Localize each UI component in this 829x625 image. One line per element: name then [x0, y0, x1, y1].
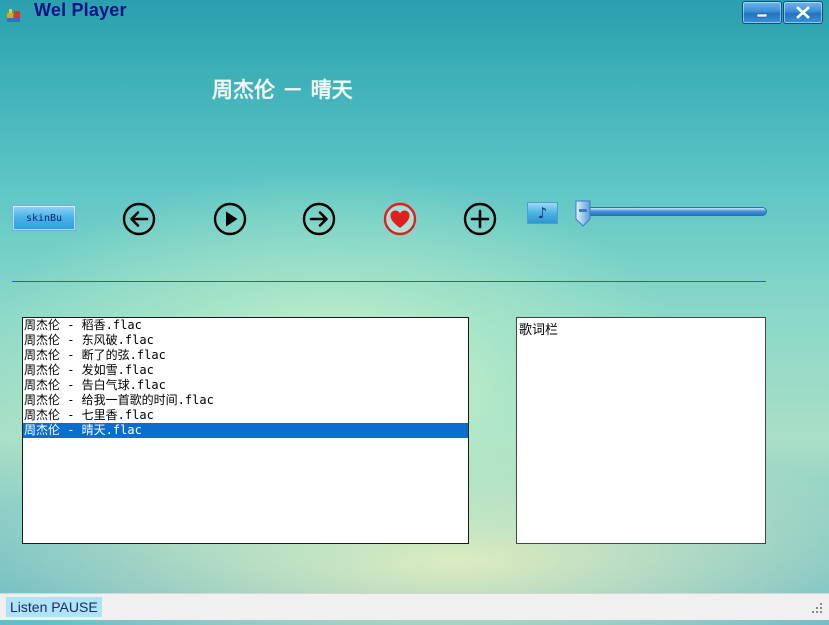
- window-title: Wel Player: [34, 0, 127, 20]
- close-button[interactable]: [783, 1, 823, 24]
- minimize-button[interactable]: [742, 1, 782, 24]
- arrow-right-circle-icon: [302, 202, 336, 236]
- add-button[interactable]: [463, 202, 497, 236]
- app-icon: [7, 9, 20, 22]
- playlist-item[interactable]: 周杰伦 - 稻香.flac: [23, 318, 468, 333]
- player-window: Wel Player 周杰伦 － 晴天 skinBu ♪ 周杰伦 - 稻香.fl…: [0, 0, 829, 625]
- lyrics-box: 歌词栏: [516, 317, 766, 544]
- favorite-button[interactable]: [383, 202, 417, 236]
- next-button[interactable]: [302, 202, 336, 236]
- lyrics-label: 歌词栏: [519, 323, 559, 338]
- heart-icon: [383, 202, 417, 236]
- minimize-icon: [756, 13, 768, 18]
- music-button[interactable]: ♪: [527, 202, 558, 224]
- divider-line: [12, 281, 766, 282]
- previous-button[interactable]: [122, 202, 156, 236]
- music-note-icon: ♪: [537, 204, 548, 222]
- now-playing-title: 周杰伦 － 晴天: [212, 78, 353, 102]
- resize-grip-icon[interactable]: [811, 602, 823, 614]
- status-label: Listen PAUSE: [6, 597, 102, 617]
- playlist-item[interactable]: 周杰伦 - 断了的弦.flac: [23, 348, 468, 363]
- plus-circle-icon: [463, 202, 497, 236]
- playlist-item[interactable]: 周杰伦 - 告白气球.flac: [23, 378, 468, 393]
- play-circle-icon: [213, 202, 247, 236]
- arrow-left-circle-icon: [122, 202, 156, 236]
- close-icon: [796, 6, 810, 19]
- title-bar[interactable]: Wel Player: [0, 0, 829, 26]
- playlist-item[interactable]: 周杰伦 - 发如雪.flac: [23, 363, 468, 378]
- skin-button[interactable]: skinBu: [12, 205, 76, 231]
- playlist-item[interactable]: 周杰伦 - 东风破.flac: [23, 333, 468, 348]
- playlist-item[interactable]: 周杰伦 - 晴天.flac: [23, 423, 468, 438]
- volume-slider-thumb[interactable]: [575, 200, 591, 227]
- play-button[interactable]: [213, 202, 247, 236]
- volume-slider-track[interactable]: [576, 207, 767, 216]
- playlist-box[interactable]: 周杰伦 - 稻香.flac 周杰伦 - 东风破.flac 周杰伦 - 断了的弦.fl…: [22, 317, 469, 544]
- playlist-item[interactable]: 周杰伦 - 给我一首歌的时间.flac: [23, 393, 468, 408]
- status-bar: Listen PAUSE: [0, 593, 829, 620]
- playlist-item[interactable]: 周杰伦 - 七里香.flac: [23, 408, 468, 423]
